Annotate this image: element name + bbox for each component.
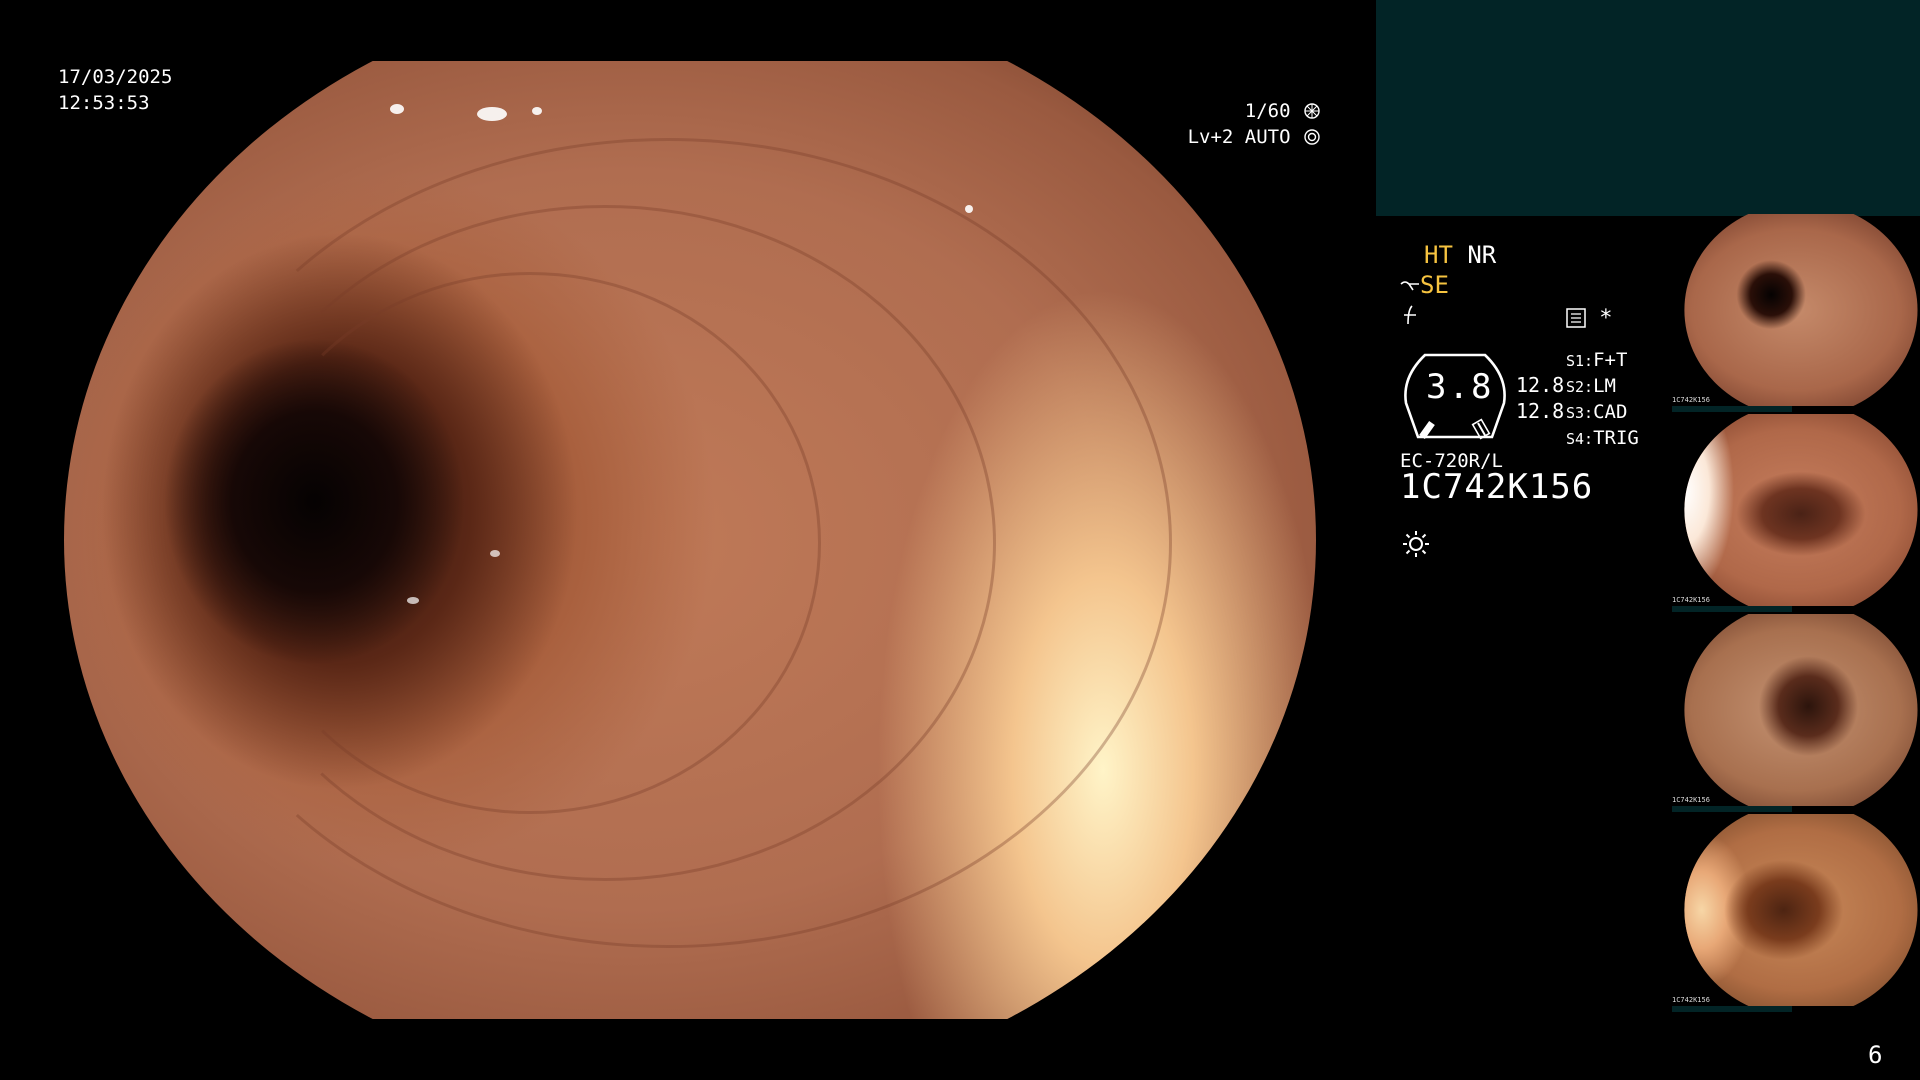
- captured-image-thumbnail[interactable]: [1684, 414, 1918, 606]
- iris-label: Lv+2 AUTO: [1187, 126, 1291, 148]
- exposure-display: 1/60 Lv+2 AUTO: [1188, 98, 1320, 150]
- thumbnail-caption-bar: [1672, 406, 1792, 412]
- captured-image-thumbnail[interactable]: [1684, 814, 1918, 1006]
- mucosal-fold: [239, 271, 822, 815]
- switch-item: S2:LM: [1566, 375, 1616, 397]
- date-label: 17/03/2025: [58, 66, 173, 88]
- thumbnail-label: 1C742K156: [1672, 396, 1710, 404]
- scope-serial: 1C742K156: [1400, 467, 1594, 507]
- light-reflection: [477, 106, 508, 121]
- captured-image-thumbnail[interactable]: [1684, 214, 1918, 406]
- mode-indicators: HT NR: [1424, 242, 1496, 268]
- nr-mode-label: NR: [1467, 241, 1497, 269]
- datetime-display: 17/03/2025 12:53:53: [58, 64, 172, 116]
- light-source-icon: [1403, 531, 1429, 557]
- light-reflection: [532, 106, 543, 115]
- shutter-label: 1/60: [1244, 100, 1291, 122]
- reading-2: 12.8: [1516, 399, 1565, 423]
- thumbnail-label: 1C742K156: [1672, 796, 1710, 804]
- thumbnail-label: 1C742K156: [1672, 996, 1710, 1004]
- scope-switch-list: S1:F+T S2:LM S3:CAD S4:TRIG: [1566, 348, 1639, 452]
- switch-item: S3:CAD: [1566, 401, 1628, 423]
- filter-indicator: [1400, 304, 1420, 331]
- info-panel-top: [1376, 0, 1920, 216]
- thumbnail-caption-bar: [1672, 606, 1792, 612]
- ht-mode-label: HT: [1424, 241, 1453, 269]
- readings: 12.8 12.8: [1516, 372, 1564, 424]
- iris-icon: [1304, 129, 1320, 145]
- endoscope-main-view: [64, 61, 1316, 1019]
- shutter-icon: [1304, 103, 1320, 119]
- time-label: 12:53:53: [58, 92, 150, 114]
- light-reflection: [389, 104, 404, 115]
- captured-image-thumbnail[interactable]: [1684, 614, 1918, 806]
- memo-indicator: *: [1566, 306, 1613, 332]
- se-indicator: SE: [1400, 272, 1449, 298]
- memory-card-icon: [1566, 308, 1586, 328]
- thumbnail-caption-bar: [1672, 806, 1792, 812]
- se-label: SE: [1420, 271, 1449, 299]
- page-number: 6: [1868, 1041, 1883, 1069]
- color-tone-icon: [1404, 305, 1416, 325]
- thumbnail-label: 1C742K156: [1672, 596, 1710, 604]
- thumbnail-caption-bar: [1672, 1006, 1792, 1012]
- light-reflection: [965, 204, 974, 213]
- light-reflection: [489, 549, 500, 557]
- switch-item: S4:TRIG: [1566, 427, 1639, 449]
- switch-item: S1:F+T: [1566, 349, 1628, 371]
- memo-star-label: *: [1599, 306, 1613, 331]
- gauge-value: 3.8: [1426, 367, 1494, 407]
- structure-enhance-icon: [1400, 281, 1419, 291]
- reading-1: 12.8: [1516, 373, 1565, 397]
